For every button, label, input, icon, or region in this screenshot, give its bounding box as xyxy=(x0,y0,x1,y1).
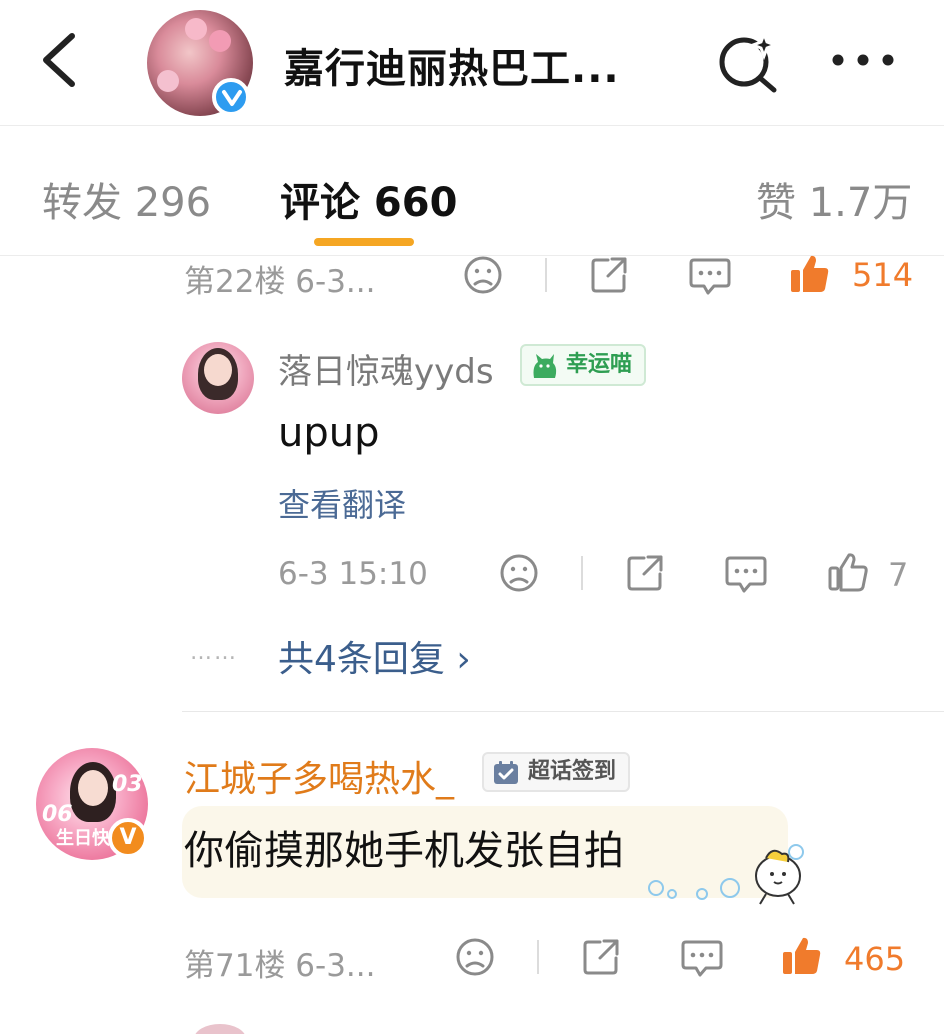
chevron-left-icon[interactable] xyxy=(36,30,84,90)
comment-divider xyxy=(182,711,944,712)
like-count: 514 xyxy=(852,256,914,294)
avatar-number-top: 03 xyxy=(112,772,143,797)
comment-bubble-icon[interactable] xyxy=(680,938,724,978)
translate-link[interactable]: 查看翻译 xyxy=(278,480,406,526)
verified-orange-icon: V xyxy=(108,818,148,858)
tab-comments[interactable]: 评论 660 xyxy=(280,170,457,228)
reply-text: upup xyxy=(278,410,380,456)
tab-likes[interactable]: 赞 1.7万 xyxy=(756,170,912,228)
tab-bar: 转发 296 评论 660 赞 1.7万 xyxy=(0,126,944,256)
badge-label: 幸运喵 xyxy=(566,352,633,377)
weibo-comments-screen: 嘉行迪丽热巴工... 转发 296 评论 660 赞 1.7万 第22楼 6-3… xyxy=(0,0,944,1034)
action-divider xyxy=(581,556,583,590)
dislike-face-icon[interactable] xyxy=(454,936,496,978)
top-bar: 嘉行迪丽热巴工... xyxy=(0,0,944,126)
reply-user-avatar[interactable] xyxy=(182,342,254,414)
supertopic-checkin-badge[interactable]: 超话签到 xyxy=(482,752,631,792)
calendar-check-icon xyxy=(494,761,518,784)
share-icon[interactable] xyxy=(624,552,666,594)
comment-username[interactable]: 江城子多喝热水_ xyxy=(184,750,454,802)
thumbs-up-active-icon[interactable] xyxy=(788,252,832,296)
floor-meta: 第71楼 6-3... xyxy=(184,948,376,984)
cat-icon xyxy=(533,354,557,378)
badge-label: 超话签到 xyxy=(528,759,617,784)
lucky-cat-badge[interactable]: 幸运喵 xyxy=(520,344,647,386)
reply-username[interactable]: 落日惊魂yyds xyxy=(278,344,494,393)
share-icon[interactable] xyxy=(580,936,622,978)
thumbs-up-icon[interactable] xyxy=(826,550,870,594)
more-dots-icon[interactable] xyxy=(828,45,898,75)
verified-badge-icon xyxy=(212,78,250,116)
like-count: 7 xyxy=(888,556,909,594)
bubble-mascot-sticker-icon xyxy=(648,844,804,905)
thumbs-up-active-icon[interactable] xyxy=(780,934,824,978)
next-comment-avatar[interactable] xyxy=(194,1024,246,1034)
tab-reposts[interactable]: 转发 296 xyxy=(42,170,211,228)
more-replies-link[interactable]: 共4条回复 › xyxy=(278,630,471,682)
dislike-face-icon[interactable] xyxy=(498,552,540,594)
action-divider xyxy=(537,940,539,974)
share-icon[interactable] xyxy=(588,254,630,296)
floor-meta: 第22楼 6-3... xyxy=(184,264,376,300)
like-count: 465 xyxy=(844,940,906,978)
comment-bubble-icon[interactable] xyxy=(724,554,768,594)
replies-leader-dots: …… xyxy=(190,640,238,665)
active-tab-indicator xyxy=(314,238,414,246)
action-divider xyxy=(545,258,547,292)
avatar-caption: 生日快 xyxy=(56,828,110,849)
comment-text: 你偷摸那她手机发张自拍 xyxy=(184,828,624,874)
dislike-face-icon[interactable] xyxy=(462,254,504,296)
reply-timestamp: 6-3 15:10 xyxy=(278,556,428,592)
search-sparkle-icon[interactable] xyxy=(716,30,780,94)
page-title[interactable]: 嘉行迪丽热巴工... xyxy=(284,36,620,94)
comment-bubble-icon[interactable] xyxy=(688,256,732,296)
